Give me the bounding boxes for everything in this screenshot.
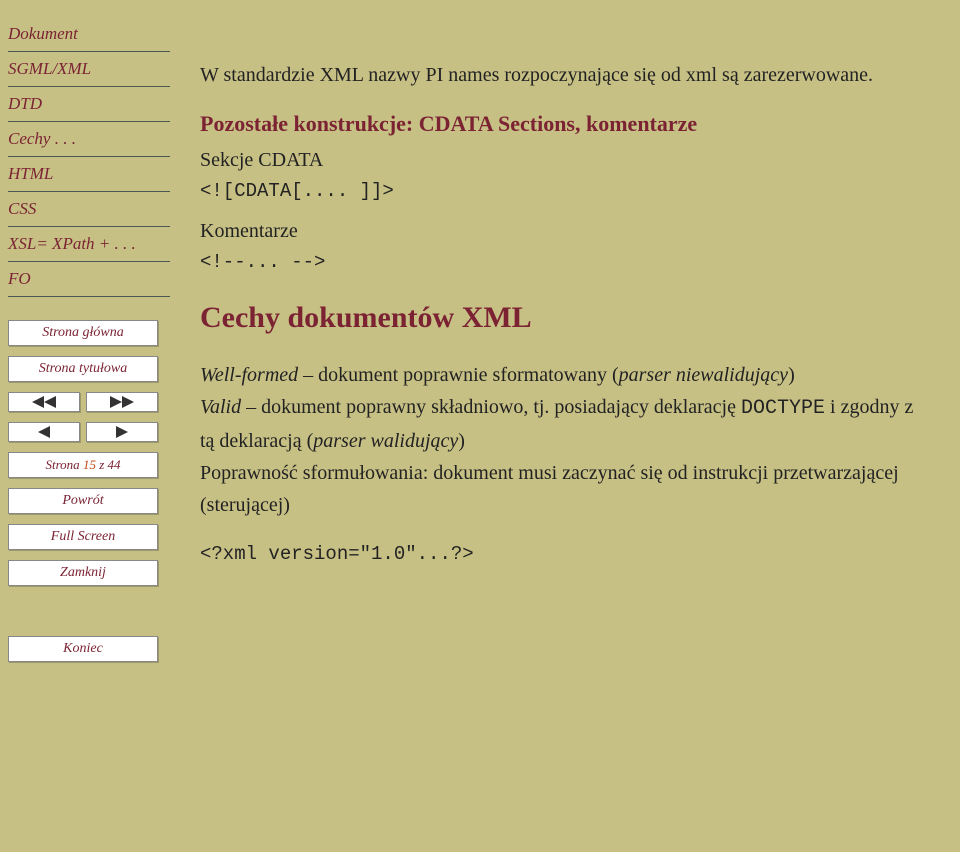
em-parser-walid: parser walidujący <box>313 430 458 452</box>
close-button[interactable]: Zamknij <box>8 560 158 586</box>
nav-link-xsl[interactable]: XSL= XPath + . . . <box>8 230 170 258</box>
fast-back-button[interactable] <box>8 392 80 412</box>
nav-link-html[interactable]: HTML <box>8 160 170 188</box>
sidebar: Dokument SGML/XML DTD Cechy . . . HTML C… <box>0 0 170 852</box>
subheading-cdata: Pozostałe konstrukcje: CDATA Sections, k… <box>200 111 930 137</box>
nav-links: Dokument SGML/XML DTD Cechy . . . HTML C… <box>8 20 170 300</box>
button-group: Strona główna Strona tytułowa Strona 15 … <box>8 320 158 586</box>
nav-link-dokument[interactable]: Dokument <box>8 20 170 48</box>
next-button[interactable] <box>86 422 158 442</box>
section-label-cdata: Sekcje CDATA <box>200 149 930 172</box>
page-total: 44 <box>108 457 121 472</box>
em-wellformed: Well-formed <box>200 364 298 386</box>
fast-forward-button[interactable] <box>86 392 158 412</box>
code-xml-decl: <?xml version="1.0"...?> <box>200 543 930 565</box>
text-poprawnosc: Poprawność sformułowania: dokument musi … <box>200 462 899 516</box>
em-valid: Valid <box>200 396 241 418</box>
triangle-right-icon <box>110 426 134 438</box>
nav-link-cechy[interactable]: Cechy . . . <box>8 125 170 153</box>
page-current: 15 <box>83 457 96 472</box>
em-parser-niewal: parser niewalidujący <box>619 364 788 386</box>
mono-doctype: DOCTYPE <box>741 397 825 420</box>
home-button[interactable]: Strona główna <box>8 320 158 346</box>
code-cdata: <![CDATA[.... ]]> <box>200 180 930 202</box>
main-content: W standardzie XML nazwy PI names rozpocz… <box>170 0 960 852</box>
prev-button[interactable] <box>8 422 80 442</box>
section-label-comments: Komentarze <box>200 220 930 243</box>
title-page-button[interactable]: Strona tytułowa <box>8 356 158 382</box>
page-mid: z <box>96 457 108 472</box>
end-button[interactable]: Koniec <box>8 636 158 662</box>
back-button[interactable]: Powrót <box>8 488 158 514</box>
body-text: Well-formed – dokument poprawnie sformat… <box>200 359 930 521</box>
nav-link-dtd[interactable]: DTD <box>8 90 170 118</box>
page-prefix: Strona <box>45 457 82 472</box>
double-forward-icon <box>110 396 134 408</box>
triangle-left-icon <box>32 426 56 438</box>
nav-link-css[interactable]: CSS <box>8 195 170 223</box>
heading-cechy: Cechy dokumentów XML <box>200 301 930 335</box>
page-indicator: Strona 15 z 44 <box>8 452 158 478</box>
code-comment: <!--... --> <box>200 251 930 273</box>
double-rewind-icon <box>32 396 56 408</box>
intro-paragraph: W standardzie XML nazwy PI names rozpocz… <box>200 60 930 91</box>
nav-link-sgml-xml[interactable]: SGML/XML <box>8 55 170 83</box>
fullscreen-button[interactable]: Full Screen <box>8 524 158 550</box>
nav-link-fo[interactable]: FO <box>8 265 170 293</box>
